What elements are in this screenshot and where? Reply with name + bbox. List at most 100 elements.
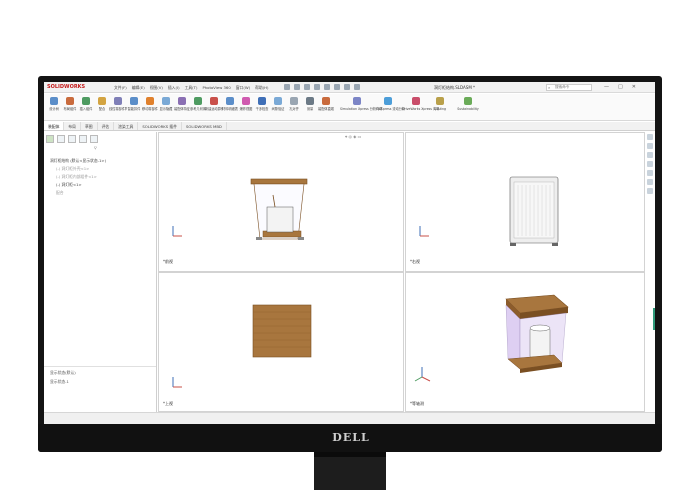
menu-file[interactable]: 文件(F) [114, 82, 127, 93]
ribbon-button[interactable]: 设计树 [47, 96, 61, 120]
ribbon-button[interactable]: 间隙验证 [271, 96, 285, 120]
tab-sketch[interactable]: 草图 [81, 122, 98, 130]
foot [298, 237, 304, 240]
ribbon-button[interactable]: 显示隐藏 [159, 96, 173, 120]
viewport-isometric[interactable]: *等轴测 [405, 272, 645, 412]
undo-icon[interactable] [324, 84, 330, 90]
tab-assembly[interactable]: 装配体 [44, 122, 65, 130]
close-button[interactable]: ✕ [632, 82, 636, 93]
menu-insert[interactable]: 插入(I) [168, 82, 180, 93]
ribbon-button[interactable]: 装配体直观 [318, 96, 334, 120]
triad-icon [414, 367, 431, 382]
menu-help[interactable]: 帮助(H) [255, 82, 268, 93]
ribbon-button[interactable]: 线性零部件阵列 [109, 96, 127, 120]
ribbon-button[interactable]: 孔对齐 [287, 96, 301, 120]
ribbon-button[interactable]: 测量 [303, 96, 317, 120]
menu-photoview[interactable]: PhotoView 360 [202, 82, 230, 93]
appearances-icon[interactable] [647, 170, 653, 176]
isometric-view-model [414, 294, 569, 382]
tab-layout[interactable]: 布局 [64, 122, 81, 130]
viewport-right[interactable]: *右视 [405, 132, 645, 272]
command-tabs: 装配体 布局 草图 评估 渲染工具 SOLIDWORKS 插件 SOLIDWOR… [44, 122, 655, 131]
tree-item-mates[interactable]: 配合 [56, 190, 64, 196]
options-icon[interactable] [354, 84, 360, 90]
document-title: 洞灯柜结构.SLDASM * [434, 85, 476, 90]
dimxpert-tab-icon[interactable] [79, 135, 87, 143]
tab-addins[interactable]: SOLIDWORKS 插件 [138, 122, 182, 130]
save-icon[interactable] [304, 84, 310, 90]
forum-icon[interactable] [647, 188, 653, 194]
foot [510, 243, 516, 246]
search-icon: ⌕ [548, 85, 551, 90]
tree-item[interactable]: (-) 洞灯柜内部组件<1> [56, 174, 97, 180]
ribbon-button[interactable]: 配合 [95, 96, 109, 120]
screen: SOLIDWORKS 文件(F) 编辑(E) 视图(V) 插入(I) 工具(T)… [44, 82, 655, 424]
app-logo: SOLIDWORKS [47, 84, 86, 90]
tree-item[interactable]: (-) 洞灯柜外壳<1> [56, 166, 89, 172]
costing-button[interactable]: Costing [432, 96, 448, 120]
view-label-isometric: *等轴测 [410, 401, 424, 406]
quick-access-toolbar [284, 84, 360, 90]
print-icon[interactable] [314, 84, 320, 90]
property-tab-icon[interactable] [57, 135, 65, 143]
tree-item-root[interactable]: 洞灯柜结构 (默认<显示状态-1>) [50, 158, 106, 164]
monitor-brand-logo: DELL [332, 431, 370, 444]
foot [256, 237, 262, 240]
ribbon-button[interactable]: 干涉检查 [255, 96, 269, 120]
ribbon-button[interactable]: 移动零部件 [142, 96, 158, 120]
feature-tree-tab-icon[interactable] [46, 135, 54, 143]
viewport-top[interactable]: *上视 [158, 272, 404, 412]
menu-edit[interactable]: 编辑(E) [132, 82, 145, 93]
new-icon[interactable] [284, 84, 290, 90]
ribbon-button[interactable]: 新建运动算例 [205, 96, 223, 120]
ribbon-button[interactable]: 布局组件 [63, 96, 77, 120]
ribbon-button[interactable]: 爆炸视图 [239, 96, 253, 120]
feature-manager-tree: ▽ 洞灯柜结构 (默认<显示状态-1>) (-) 洞灯柜外壳<1> (-) 洞灯… [44, 132, 157, 412]
foot [552, 243, 558, 246]
open-icon[interactable] [294, 84, 300, 90]
status-bar [44, 412, 655, 424]
tree-item[interactable]: (-) 洞灯柜<1> [56, 182, 82, 188]
viewport-front[interactable]: ⌖ ◎ ◈ ▭ *前视 [158, 132, 404, 272]
menu-tools[interactable]: 工具(T) [185, 82, 198, 93]
display-tab-icon[interactable] [90, 135, 98, 143]
view-label-right: *右视 [410, 259, 420, 264]
ribbon-button[interactable]: 参考几何体 [190, 96, 206, 120]
triad-icon [172, 377, 182, 388]
top-view-model [172, 304, 312, 388]
scrollbar-thumb[interactable] [653, 308, 655, 330]
iso-lamp-top [529, 324, 551, 332]
right-view-model [419, 176, 559, 246]
design-library-icon[interactable] [647, 143, 653, 149]
tab-mbd[interactable]: SOLIDWORKS MBD [182, 122, 227, 130]
minimize-button[interactable]: — [604, 82, 609, 93]
search-placeholder: 搜索命令 [555, 85, 570, 89]
tab-render-tools[interactable]: 渲染工具 [114, 122, 139, 130]
filter-icon[interactable]: ▽ [94, 146, 97, 150]
monitor-stand-shadow [314, 452, 386, 457]
sustainability-button[interactable]: Sustainability [454, 96, 482, 120]
ribbon-button[interactable]: 装配体特征 [174, 96, 190, 120]
configuration-tab-icon[interactable] [68, 135, 76, 143]
ribbon-button[interactable]: 插入组件 [79, 96, 93, 120]
floxpress-button[interactable]: FloXpress 流动分析 [376, 96, 405, 120]
ribbon-button[interactable]: 智能扣件 [127, 96, 141, 120]
command-manager-ribbon: 设计树 布局组件 插入组件 配合 线性零部件阵列 智能扣件 移动零部件 显示隐藏… [44, 94, 655, 121]
tab-evaluate[interactable]: 评估 [98, 122, 115, 130]
menu-view[interactable]: 视图(V) [150, 82, 163, 93]
maximize-button[interactable]: □ [618, 82, 623, 93]
menu-window[interactable]: 窗口(W) [236, 82, 250, 93]
simulation-button[interactable]: Simulation Xpress 分析向导 [340, 96, 382, 120]
search-input[interactable]: ⌕ 搜索命令 [546, 84, 592, 91]
resources-icon[interactable] [647, 134, 653, 140]
iso-lamp [529, 326, 551, 360]
select-icon[interactable] [334, 84, 340, 90]
task-pane-strip [646, 134, 654, 274]
view-palette-icon[interactable] [647, 161, 653, 167]
menu-bar: 文件(F) 编辑(E) 视图(V) 插入(I) 工具(T) PhotoView … [114, 82, 268, 93]
driveworks-button[interactable]: DriveWorks Xpress 向导 [402, 96, 439, 120]
rebuild-icon[interactable] [344, 84, 350, 90]
custom-properties-icon[interactable] [647, 179, 653, 185]
ribbon-button[interactable]: 材料明细表 [222, 96, 238, 120]
file-explorer-icon[interactable] [647, 152, 653, 158]
